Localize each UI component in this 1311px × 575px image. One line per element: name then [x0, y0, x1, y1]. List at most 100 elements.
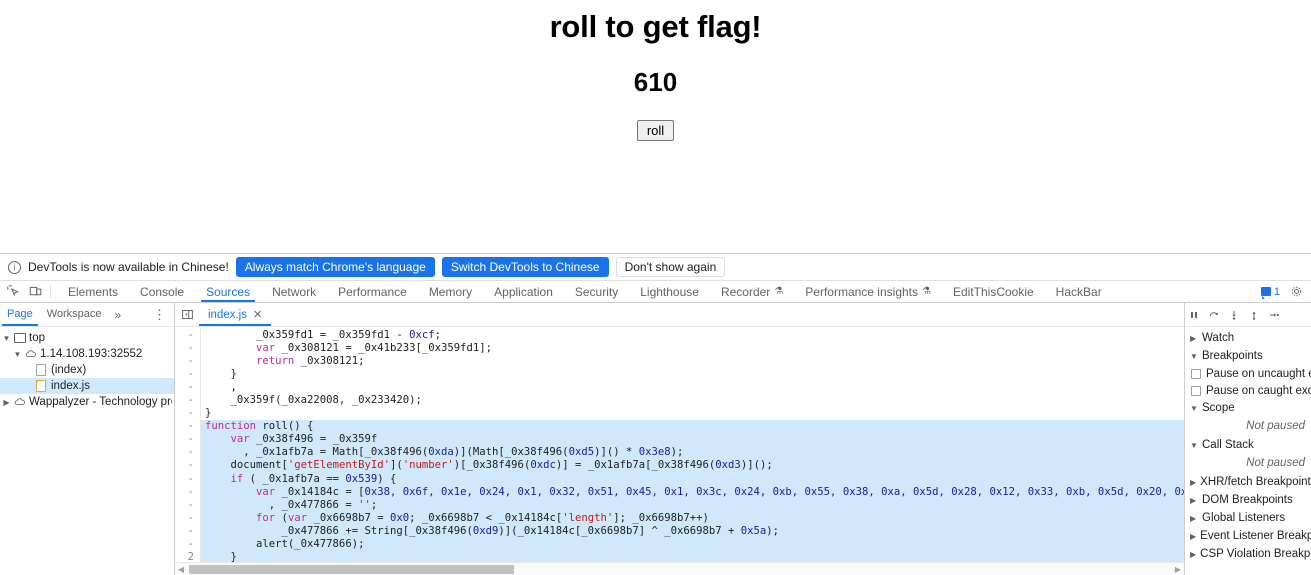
step-into-icon[interactable] [1225, 306, 1243, 324]
tab-label: Recorder [720, 284, 771, 299]
tab-application[interactable]: Application [483, 281, 564, 302]
code-token: 'getElementById' [287, 459, 390, 472]
editor-tab-index-js[interactable]: index.js ✕ [199, 303, 272, 326]
scroll-right-arrow-icon[interactable]: ▶ [1172, 565, 1184, 574]
code-line: for (var _0x6698b7 = 0x0; _0x6698b7 < _0… [201, 511, 1184, 525]
tree-item-label: top [29, 332, 45, 344]
line-number[interactable]: - [175, 329, 194, 342]
line-number[interactable]: - [175, 355, 194, 368]
code-token: } [205, 368, 237, 381]
debugger-controls [1185, 303, 1311, 327]
code-content[interactable]: _0x359fd1 = _0x359fd1 - 0xcf; var _0x308… [201, 327, 1184, 562]
chevron-down-icon[interactable]: ▼ [2, 334, 11, 343]
line-number[interactable]: - [175, 512, 194, 525]
chevron-down-icon: ▼ [1190, 440, 1198, 450]
section-scope[interactable]: ▼ Scope [1185, 399, 1311, 417]
line-number[interactable]: - [175, 368, 194, 381]
tab-security[interactable]: Security [564, 281, 629, 302]
gear-icon[interactable] [1285, 285, 1307, 298]
tab-lighthouse[interactable]: Lighthouse [629, 281, 710, 302]
navigator-tab-page[interactable]: Page [0, 303, 40, 326]
code-token: )](); [740, 459, 773, 472]
checkbox-pause-on-caught-exceptions[interactable]: Pause on caught exceptions [1185, 382, 1311, 399]
line-number[interactable]: - [175, 459, 194, 472]
tab-performance[interactable]: Performance [327, 281, 418, 302]
tree-item-index-js[interactable]: index.js [0, 378, 174, 394]
code-token: )] = _0x1afb7a[_0x38f496( [555, 459, 716, 472]
line-number[interactable]: - [175, 473, 194, 486]
switch-devtools-to-chinese-button[interactable]: Switch DevTools to Chinese [441, 257, 609, 277]
tab-label: Memory [428, 284, 473, 299]
line-number[interactable]: - [175, 342, 194, 355]
chevron-right-icon[interactable]: ▶ [2, 398, 11, 407]
section-label: Global Listeners [1202, 512, 1286, 524]
section-breakpoints[interactable]: ▼ Breakpoints [1185, 347, 1311, 365]
section-call-stack[interactable]: ▼ Call Stack [1185, 436, 1311, 454]
tab-sources[interactable]: Sources [195, 281, 261, 302]
line-number[interactable]: - [175, 446, 194, 459]
code-line: document['getElementById']('number')[_0x… [201, 459, 1184, 473]
code-editor: -----------------2 _0x359fd1 = _0x359fd1… [175, 327, 1184, 562]
tab-console[interactable]: Console [129, 281, 195, 302]
code-line: _0x359f(_0xa22008, _0x233420); [201, 394, 1184, 407]
tab-editthiscookie[interactable]: EditThisCookie [942, 281, 1045, 302]
message-count-badge[interactable]: 1 [1260, 286, 1280, 299]
tree-item--index-[interactable]: (index) [0, 362, 174, 378]
line-number[interactable]: 2 [175, 551, 194, 562]
line-number[interactable]: - [175, 538, 194, 551]
step-over-icon[interactable] [1205, 306, 1223, 324]
tree-item-top[interactable]: ▼ top [0, 330, 174, 346]
scroll-left-arrow-icon[interactable]: ◀ [175, 565, 187, 574]
section-watch[interactable]: ▶ Watch [1185, 329, 1311, 347]
section-dom-breakpoints[interactable]: ▶ DOM Breakpoints [1185, 491, 1311, 509]
checkbox-label: Pause on uncaught exceptions [1206, 367, 1311, 380]
line-number[interactable]: - [175, 381, 194, 394]
tree-item-wappalyzer-technology-profiler[interactable]: ▶ Wappalyzer - Technology profiler [0, 394, 174, 410]
tree-item-1-14-108-193-32552[interactable]: ▼ 1.14.108.193:32552 [0, 346, 174, 362]
step-icon[interactable] [1265, 306, 1283, 324]
section-xhr-fetch-breakpoints[interactable]: ▶ XHR/fetch Breakpoints [1185, 473, 1311, 491]
line-number[interactable]: - [175, 499, 194, 512]
checkbox-icon[interactable] [1191, 385, 1201, 396]
navigator-more-tabs-icon[interactable]: » [109, 308, 128, 322]
tab-hackbar[interactable]: HackBar [1045, 281, 1113, 302]
section-event-listener-breakpoints[interactable]: ▶Event Listener Breakpoints [1185, 527, 1311, 545]
scrollbar-track[interactable] [187, 564, 1172, 574]
line-number[interactable]: - [175, 486, 194, 499]
inspect-element-icon[interactable] [2, 281, 24, 302]
roll-button-container: roll [0, 98, 1311, 141]
line-number[interactable]: - [175, 420, 194, 433]
tab-network[interactable]: Network [261, 281, 327, 302]
pause-resume-icon[interactable] [1185, 306, 1203, 324]
code-line: , _0x1afb7a = Math[_0x38f496(0xda)](Math… [201, 446, 1184, 460]
tab-elements[interactable]: Elements [57, 281, 129, 302]
panel-toggle-icon[interactable] [175, 308, 199, 321]
navigator-tab-workspace[interactable]: Workspace [40, 303, 109, 326]
section-csp-violation-breakpoints[interactable]: ▶CSP Violation Breakpoints [1185, 545, 1311, 563]
tab-recorder[interactable]: Recorder ⚗ [710, 281, 794, 302]
tab-label: EditThisCookie [952, 284, 1034, 299]
line-number[interactable]: - [175, 407, 194, 420]
tab-memory[interactable]: Memory [418, 281, 483, 302]
line-number[interactable]: - [175, 433, 194, 446]
navigator-menu-icon[interactable]: ⋮ [145, 307, 174, 323]
scrollbar-thumb[interactable] [189, 564, 515, 574]
roll-button[interactable]: roll [636, 120, 675, 141]
section-global-listeners[interactable]: ▶ Global Listeners [1185, 509, 1311, 527]
chevron-right-icon: ▶ [1190, 513, 1197, 523]
step-out-icon[interactable] [1245, 306, 1263, 324]
always-match-chrome-language-button[interactable]: Always match Chrome's language [235, 257, 435, 277]
code-token: 0xd3 [715, 459, 741, 472]
checkbox-icon[interactable] [1191, 368, 1201, 379]
chevron-down-icon[interactable]: ▼ [13, 350, 22, 359]
checkbox-pause-on-uncaught-exceptions[interactable]: Pause on uncaught exceptions [1185, 365, 1311, 382]
close-icon[interactable]: ✕ [253, 308, 262, 321]
editor-horizontal-scrollbar[interactable]: ◀ ▶ [175, 562, 1184, 575]
line-number[interactable]: - [175, 394, 194, 407]
line-number[interactable]: - [175, 525, 194, 538]
device-toolbar-icon[interactable] [24, 281, 46, 302]
dont-show-again-button[interactable]: Don't show again [615, 257, 726, 277]
tab-performance-insights[interactable]: Performance insights ⚗ [794, 281, 942, 302]
